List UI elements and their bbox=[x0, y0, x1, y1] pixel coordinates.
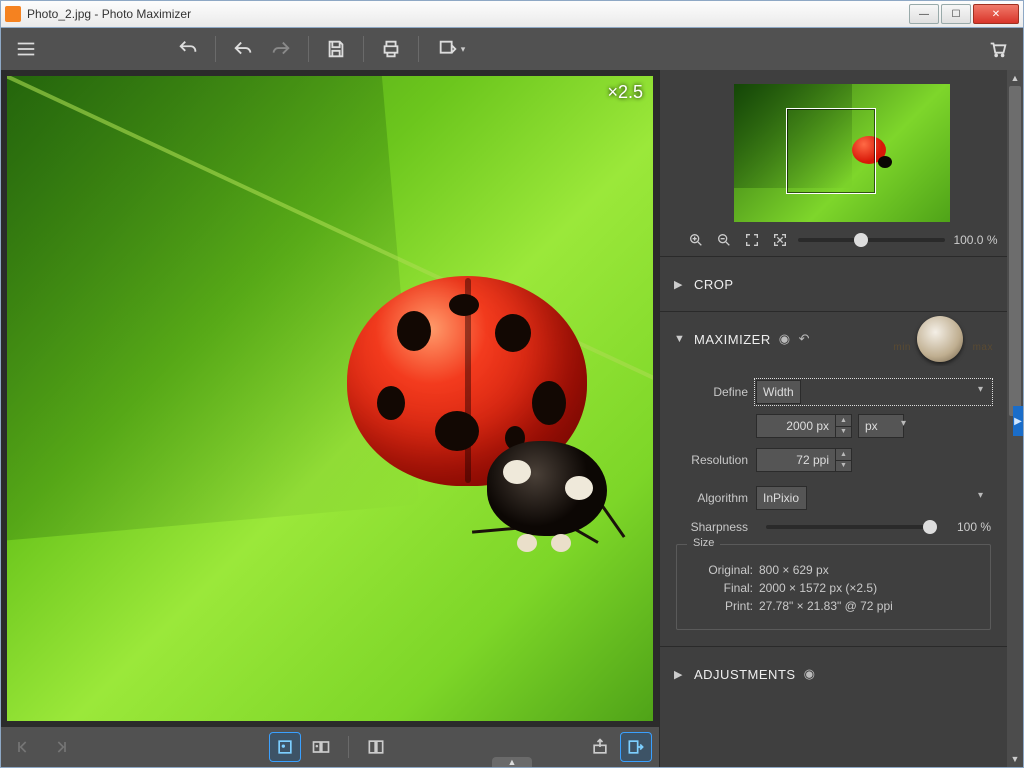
navigator-thumbnail[interactable] bbox=[734, 84, 950, 222]
view-toolbar bbox=[1, 727, 659, 767]
size-legend: Size bbox=[687, 537, 720, 549]
eye-icon[interactable]: ◉ bbox=[804, 666, 816, 682]
fit-screen-icon[interactable] bbox=[742, 230, 762, 250]
dial-max-label: max bbox=[973, 342, 993, 353]
canvas-area: ×2.5 bbox=[1, 70, 659, 767]
size-final-label: Final: bbox=[689, 581, 753, 595]
pan-left-button[interactable] bbox=[9, 733, 39, 761]
share-button[interactable]: ▾ bbox=[429, 32, 473, 66]
section-adjustments: ▶ ADJUSTMENTS ◉ bbox=[660, 646, 1007, 701]
section-maximizer-header[interactable]: ▼ MAXIMIZER ◉ ↶ min max bbox=[660, 312, 1007, 366]
section-adjustments-label: ADJUSTMENTS bbox=[694, 667, 796, 682]
section-maximizer: ▼ MAXIMIZER ◉ ↶ min max Define Width bbox=[660, 311, 1007, 646]
dial-min-label: min bbox=[893, 342, 911, 353]
navigator-viewport[interactable] bbox=[786, 108, 876, 194]
pan-right-button[interactable] bbox=[45, 733, 75, 761]
image-content bbox=[7, 76, 653, 721]
chevron-right-icon: ▶ bbox=[674, 278, 684, 291]
size-info-box: Size Original:800 × 629 px Final:2000 × … bbox=[676, 544, 991, 630]
reset-icon[interactable]: ↶ bbox=[799, 331, 810, 347]
scrollbar-thumb[interactable] bbox=[1009, 86, 1021, 416]
export-right-button[interactable] bbox=[621, 733, 651, 761]
save-button[interactable] bbox=[319, 32, 353, 66]
cart-button[interactable] bbox=[981, 32, 1015, 66]
zoom-in-icon[interactable] bbox=[686, 230, 706, 250]
section-maximizer-label: MAXIMIZER bbox=[694, 332, 771, 347]
history-forward-button[interactable] bbox=[264, 32, 298, 66]
view-single-button[interactable] bbox=[270, 733, 300, 761]
zoom-value: 100.0 % bbox=[953, 233, 997, 247]
history-back-button[interactable] bbox=[226, 32, 260, 66]
size-final-value: 2000 × 1572 px (×2.5) bbox=[759, 581, 877, 595]
sharpness-slider[interactable] bbox=[766, 525, 937, 529]
sharpness-value: 100 % bbox=[947, 520, 991, 534]
algorithm-select[interactable]: InPixio bbox=[756, 486, 807, 510]
width-unit-select[interactable]: px bbox=[858, 414, 904, 438]
resolution-label: Resolution bbox=[676, 453, 748, 467]
size-print-value: 27.78" × 21.83" @ 72 ppi bbox=[759, 599, 893, 613]
define-select[interactable]: Width bbox=[756, 380, 801, 404]
zoom-slider[interactable] bbox=[798, 238, 946, 242]
top-toolbar: ▾ bbox=[1, 28, 1023, 70]
app-icon bbox=[5, 6, 21, 22]
algorithm-label: Algorithm bbox=[676, 491, 748, 505]
resolution-spinner[interactable]: ▲▼ bbox=[836, 448, 852, 472]
section-crop-header[interactable]: ▶ CROP bbox=[660, 257, 1007, 311]
zoom-out-icon[interactable] bbox=[714, 230, 734, 250]
close-button[interactable]: ✕ bbox=[973, 4, 1019, 24]
section-adjustments-header[interactable]: ▶ ADJUSTMENTS ◉ bbox=[660, 647, 1007, 701]
scroll-up-icon[interactable]: ▲ bbox=[1007, 70, 1023, 86]
menu-button[interactable] bbox=[9, 32, 43, 66]
maximize-button[interactable]: ☐ bbox=[941, 4, 971, 24]
define-label: Define bbox=[676, 385, 748, 399]
view-split-button[interactable] bbox=[361, 733, 391, 761]
export-up-button[interactable] bbox=[585, 733, 615, 761]
intensity-dial[interactable] bbox=[917, 316, 963, 362]
eye-icon[interactable]: ◉ bbox=[779, 331, 791, 347]
minimize-button[interactable]: — bbox=[909, 4, 939, 24]
size-original-value: 800 × 629 px bbox=[759, 563, 829, 577]
window-title: Photo_2.jpg - Photo Maximizer bbox=[27, 7, 907, 21]
width-input[interactable] bbox=[756, 414, 836, 438]
panel-collapse-tab[interactable]: ▶ bbox=[1013, 406, 1023, 436]
bottom-panel-pull[interactable]: ▲ bbox=[492, 757, 532, 767]
actual-size-icon[interactable] bbox=[770, 230, 790, 250]
canvas-zoom-label: ×2.5 bbox=[607, 82, 643, 103]
undo-button[interactable] bbox=[171, 32, 205, 66]
section-crop: ▶ CROP bbox=[660, 256, 1007, 311]
scroll-down-icon[interactable]: ▼ bbox=[1007, 751, 1023, 767]
chevron-right-icon: ▶ bbox=[674, 668, 684, 681]
size-original-label: Original: bbox=[689, 563, 753, 577]
print-button[interactable] bbox=[374, 32, 408, 66]
view-compare-button[interactable] bbox=[306, 733, 336, 761]
navigator: 100.0 % bbox=[660, 70, 1023, 256]
window-titlebar: Photo_2.jpg - Photo Maximizer — ☐ ✕ bbox=[0, 0, 1024, 28]
width-spinner[interactable]: ▲▼ bbox=[836, 414, 852, 438]
resolution-input[interactable] bbox=[756, 448, 836, 472]
section-crop-label: CROP bbox=[694, 277, 734, 292]
sharpness-label: Sharpness bbox=[676, 520, 748, 534]
image-canvas[interactable]: ×2.5 bbox=[7, 76, 653, 721]
chevron-down-icon: ▼ bbox=[674, 333, 684, 345]
side-panel: 100.0 % ▶ CROP ▼ MAXIMI bbox=[659, 70, 1023, 767]
size-print-label: Print: bbox=[689, 599, 753, 613]
